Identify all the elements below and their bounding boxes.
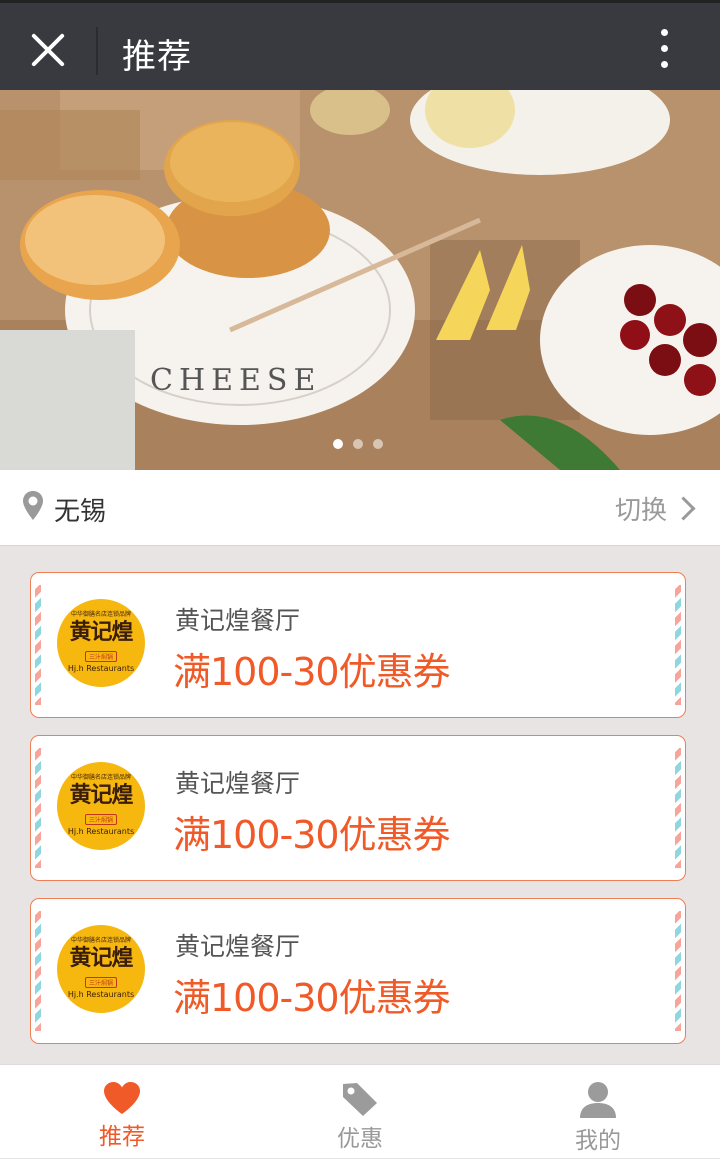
banner-carousel[interactable]: CHEESE [0, 90, 720, 470]
location-pin-icon [23, 491, 43, 520]
logo-name: 黄记煌 [69, 945, 133, 971]
tab-mine[interactable]: 我的 [528, 1065, 668, 1159]
close-icon[interactable] [28, 31, 68, 71]
logo-english: Hj.h Restaurants [67, 664, 135, 673]
logo-english: Hj.h Restaurants [67, 827, 135, 836]
restaurant-logo: 中华御膳名店连锁品牌 黄记煌 三汁焖锅 Hj.h Restaurants [57, 599, 145, 687]
tab-label: 优惠 [337, 1126, 383, 1152]
logo-tag: 三汁焖锅 [84, 814, 117, 825]
page-title: 推荐 [122, 37, 192, 77]
coupon-card[interactable]: 中华御膳名店连锁品牌 黄记煌 三汁焖锅 Hj.h Restaurants 黄记煌… [30, 898, 686, 1044]
chevron-right-icon [671, 496, 696, 521]
logo-english: Hj.h Restaurants [67, 990, 135, 999]
carousel-dot[interactable] [373, 439, 383, 449]
coupon-edge-decoration [675, 911, 681, 1031]
coupon-card[interactable]: 中华御膳名店连锁品牌 黄记煌 三汁焖锅 Hj.h Restaurants 黄记煌… [30, 735, 686, 881]
coupon-card[interactable]: 中华御膳名店连锁品牌 黄记煌 三汁焖锅 Hj.h Restaurants 黄记煌… [30, 572, 686, 718]
bottom-tab-bar: 推荐 优惠 我的 [0, 1064, 720, 1158]
switch-city-button[interactable]: 切换 [614, 490, 696, 527]
heart-icon [104, 1082, 140, 1114]
svg-text:CHEESE: CHEESE [150, 363, 321, 398]
coupon-edge-decoration [35, 585, 41, 705]
top-bar: 推荐 [0, 0, 720, 90]
tab-recommend[interactable]: 推荐 [52, 1065, 192, 1159]
carousel-dot[interactable] [353, 439, 363, 449]
tab-label: 我的 [575, 1128, 621, 1154]
coupon-offer: 满100-30优惠券 [173, 813, 451, 857]
current-city: 无锡 [54, 497, 107, 527]
switch-label: 切换 [614, 496, 667, 526]
tag-icon [343, 1083, 377, 1116]
coupon-edge-decoration [35, 748, 41, 868]
restaurant-logo: 中华御膳名店连锁品牌 黄记煌 三汁焖锅 Hj.h Restaurants [57, 925, 145, 1013]
carousel-dot[interactable] [333, 439, 343, 449]
restaurant-logo: 中华御膳名店连锁品牌 黄记煌 三汁焖锅 Hj.h Restaurants [57, 762, 145, 850]
logo-name: 黄记煌 [69, 619, 133, 645]
logo-name: 黄记煌 [69, 782, 133, 808]
logo-slogan: 中华御膳名店连锁品牌 [70, 611, 131, 618]
tab-discounts[interactable]: 优惠 [290, 1065, 430, 1159]
shop-name: 黄记煌餐厅 [175, 769, 301, 798]
coupon-edge-decoration [675, 748, 681, 868]
logo-slogan: 中华御膳名店连锁品牌 [70, 937, 131, 944]
location-bar: 无锡 切换 [0, 470, 720, 546]
shop-name: 黄记煌餐厅 [175, 932, 301, 961]
shop-name: 黄记煌餐厅 [175, 606, 301, 635]
logo-slogan: 中华御膳名店连锁品牌 [70, 774, 131, 781]
coupon-edge-decoration [35, 911, 41, 1031]
tab-label: 推荐 [99, 1124, 145, 1150]
user-icon [580, 1082, 616, 1118]
coupon-offer: 满100-30优惠券 [173, 650, 451, 694]
carousel-dots [333, 439, 383, 449]
logo-tag: 三汁焖锅 [84, 977, 117, 988]
coupon-edge-decoration [675, 585, 681, 705]
coupon-offer: 满100-30优惠券 [173, 976, 451, 1020]
banner-image: CHEESE [0, 90, 720, 470]
logo-tag: 三汁焖锅 [84, 651, 117, 662]
divider [96, 27, 98, 75]
more-menu-icon[interactable] [652, 29, 676, 73]
